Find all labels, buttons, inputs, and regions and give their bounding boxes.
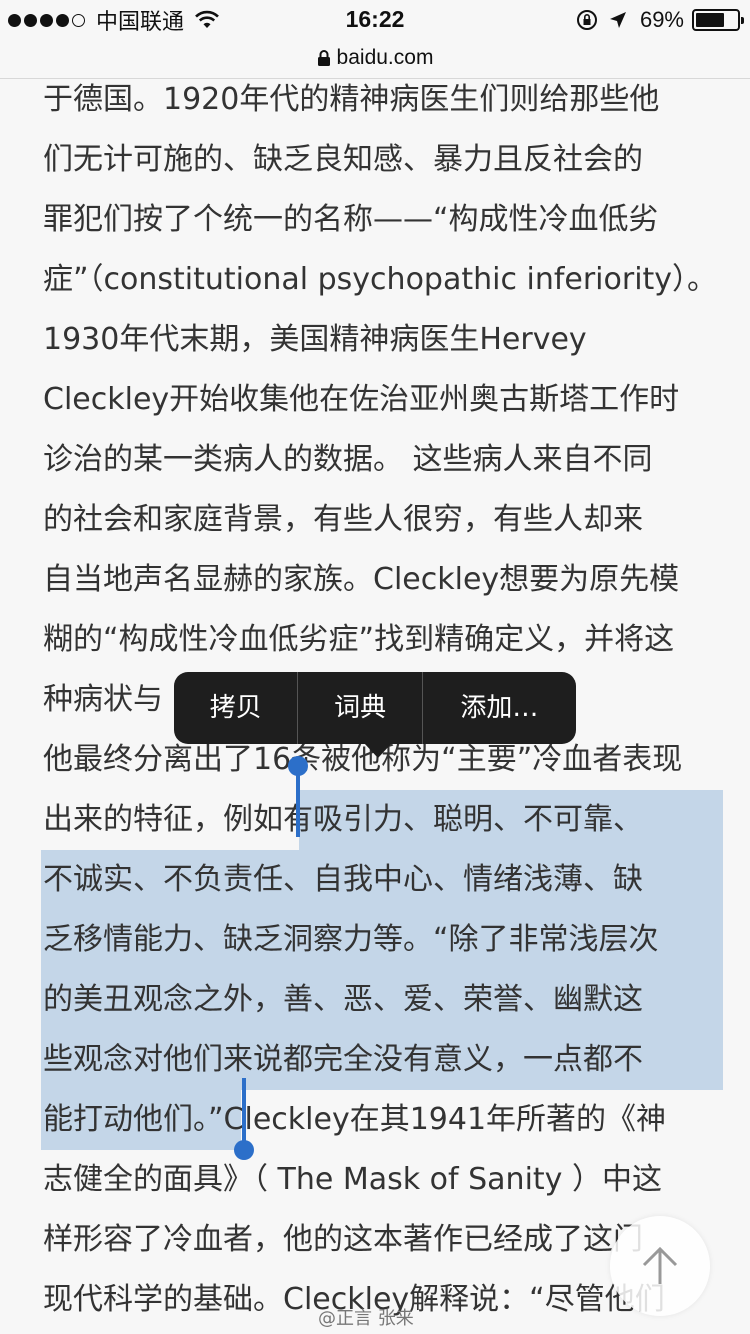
selection-start-knob[interactable] <box>288 756 308 776</box>
url-text: baidu.com <box>336 46 434 69</box>
scroll-to-top-button[interactable] <box>610 1216 710 1316</box>
article-line: 症”（constitutional psychopathic inferiori… <box>43 262 718 297</box>
article-line: 们无计可施的、缺乏良知感、暴力且反社会的 <box>43 142 643 177</box>
article-line: 罪犯们按了个统一的名称——“构成性冷血低劣 <box>43 202 659 237</box>
status-bar: 中国联通 16:22 69% <box>0 0 750 40</box>
selection-end-handle[interactable] <box>242 1078 246 1148</box>
location-arrow-icon <box>609 12 626 28</box>
article-line: 1930年代末期，美国精神病医生Hervey <box>43 322 587 357</box>
article-line: 乏移情能力、缺乏洞察力等。“除了非常浅层次 <box>41 910 723 970</box>
article-line: 不诚实、不负责任、自我中心、情绪浅薄、缺 <box>41 850 723 910</box>
text-selection-menu: 拷贝 词典 添加… <box>174 672 576 758</box>
battery-icon <box>692 9 744 31</box>
article-line: 些观念对他们来说都完全没有意义，一点都不 <box>41 1030 723 1090</box>
status-right-group: 69% <box>566 6 744 34</box>
article-line: Cleckley开始收集他在佐治亚州奥古斯塔工作时 <box>43 382 680 417</box>
lock-icon <box>317 50 330 66</box>
article-line: 于德国。1920年代的精神病医生们则给那些他 <box>43 82 660 117</box>
article-line: 志健全的面具》（ The Mask of Sanity ）中这 <box>43 1162 662 1197</box>
article-line: 自当地声名显赫的家族。Cleckley想要为原先模 <box>43 562 680 597</box>
article-line: 出来的特征，例如有吸引力、聪明、不可靠、 <box>41 790 723 850</box>
article-line: 能打动他们。”Cleckley在其1941年所著的《神 <box>41 1090 723 1150</box>
article-line: 糊的“构成性冷血低劣症”找到精确定义，并将这 <box>43 622 675 657</box>
rotation-lock-icon <box>576 10 597 30</box>
watermark: @正言 张来 <box>318 1308 414 1329</box>
article-line: 的社会和家庭背景，有些人很穷，有些人却来 <box>43 502 643 537</box>
menu-dictionary-button[interactable]: 词典 <box>298 672 421 744</box>
selection-end-knob[interactable] <box>234 1140 254 1160</box>
article-line: 的美丑观念之外，善、恶、爱、荣誉、幽默这 <box>41 970 723 1030</box>
menu-add-button[interactable]: 添加… <box>423 672 576 744</box>
battery-percent: 69% <box>639 7 684 32</box>
arrow-up-icon <box>642 1246 678 1284</box>
menu-copy-button[interactable]: 拷贝 <box>174 672 297 744</box>
battery-fill <box>696 13 724 27</box>
article-line: 诊治的某一类病人的数据。 这些病人来自不同 <box>43 442 653 477</box>
